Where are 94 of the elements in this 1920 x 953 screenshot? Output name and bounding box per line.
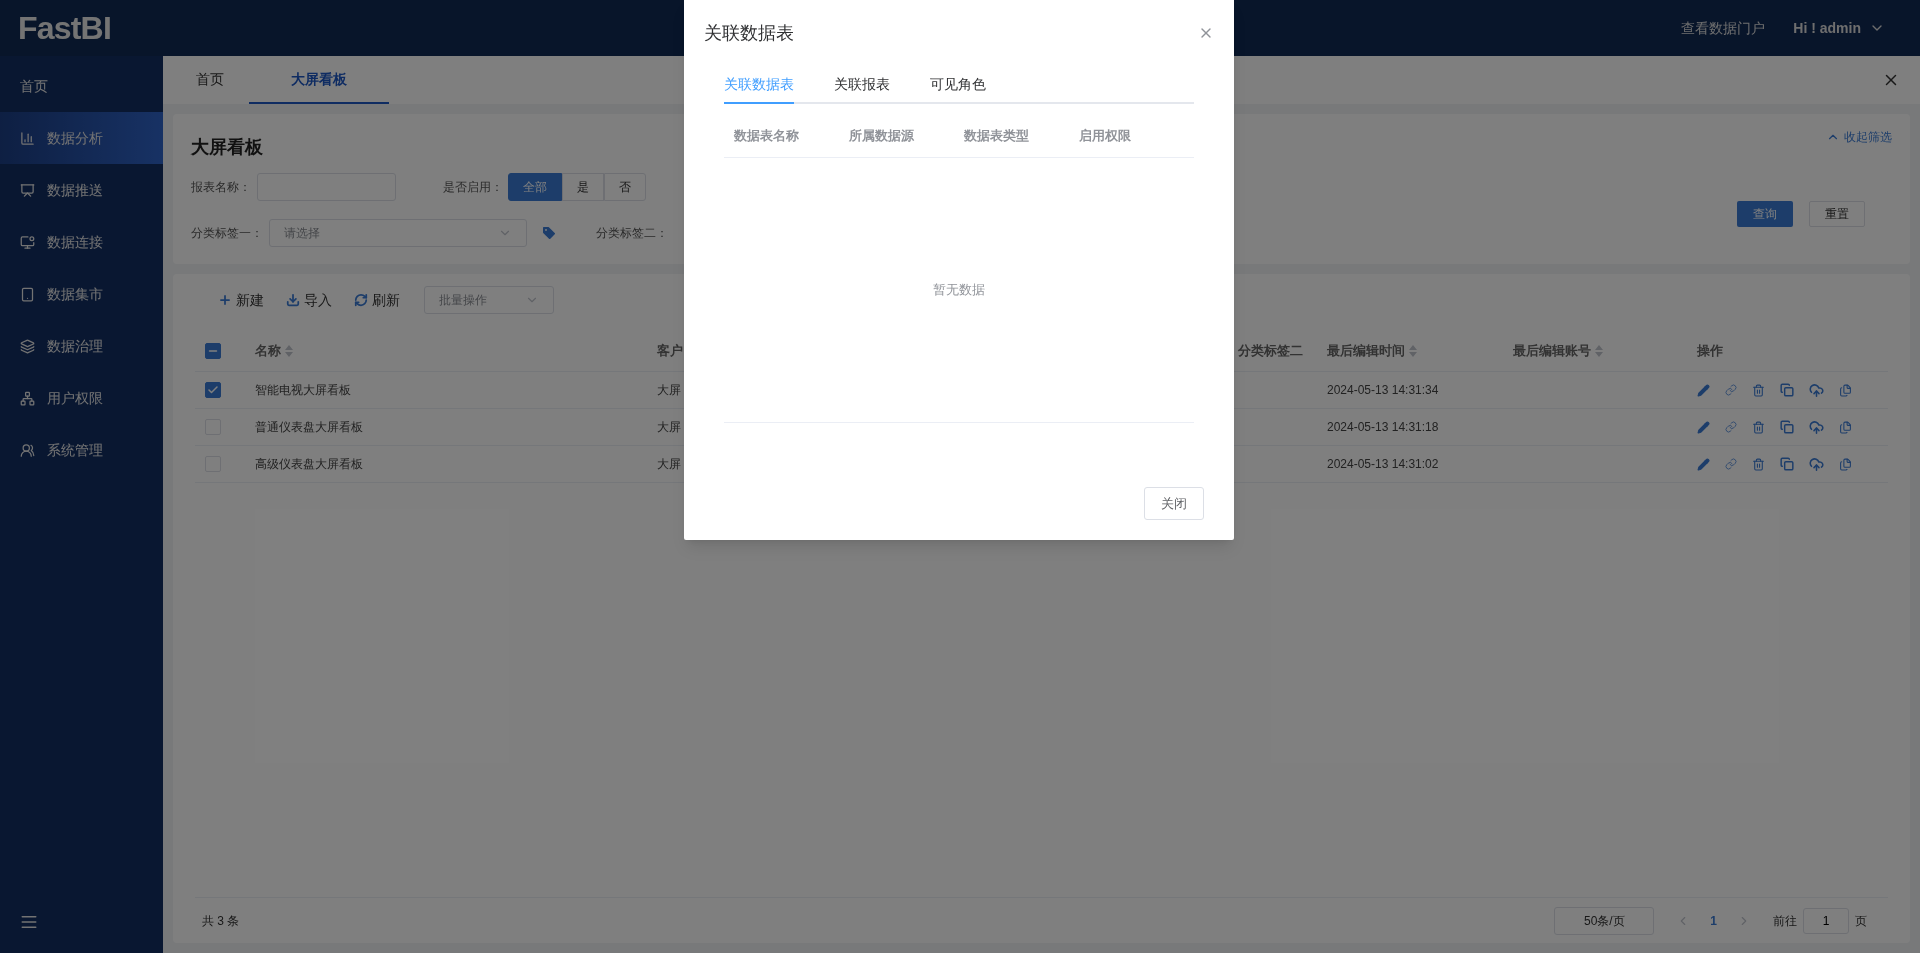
- page-size-select[interactable]: 50条/页: [1554, 906, 1655, 935]
- copy-icon[interactable]: [1780, 457, 1794, 471]
- table-cell-text: 2024-05-13 14:31:18: [1327, 419, 1440, 436]
- goto-page-field[interactable]: 1: [1803, 907, 1849, 934]
- download-icon: [286, 293, 300, 307]
- page-number[interactable]: 1: [1710, 911, 1717, 930]
- column-header: 数据表类型: [964, 126, 1030, 145]
- link-icon[interactable]: [1725, 458, 1737, 470]
- menu-icon[interactable]: [20, 913, 38, 931]
- sidebar-item[interactable]: 系统管理: [0, 424, 163, 476]
- user-menu[interactable]: Hi ! admin: [1793, 17, 1885, 39]
- field-label: 是否启用：: [443, 179, 504, 196]
- column-header[interactable]: 最后编辑账号: [1513, 340, 1603, 361]
- chart-icon: [20, 130, 35, 146]
- reset-button[interactable]: 重置: [1809, 201, 1865, 227]
- edit-icon[interactable]: [1697, 457, 1710, 471]
- import-button[interactable]: 导入: [286, 289, 332, 311]
- dialog-tab[interactable]: 关联数据表: [724, 66, 794, 104]
- duplicate-icon[interactable]: [1839, 457, 1852, 471]
- duplicate-icon[interactable]: [1839, 383, 1852, 397]
- sidebar-item[interactable]: 数据分析: [0, 112, 163, 164]
- sidebar-item[interactable]: 数据推送: [0, 164, 163, 216]
- edit-icon[interactable]: [1697, 383, 1710, 397]
- column-header: 所属数据源: [849, 126, 915, 145]
- cloud-upload-icon[interactable]: [1809, 382, 1824, 398]
- tablet-icon: [20, 286, 35, 302]
- cloud-upload-icon[interactable]: [1809, 419, 1824, 435]
- delete-icon[interactable]: [1752, 420, 1765, 434]
- table-cell-text: 高级仪表盘大屏看板: [255, 456, 364, 473]
- layers-icon: [20, 338, 35, 354]
- cloud-upload-icon[interactable]: [1809, 456, 1824, 472]
- dialog-tab[interactable]: 可见角色: [930, 66, 986, 104]
- link-icon[interactable]: [1725, 421, 1737, 433]
- goto-label: 前往: [1773, 912, 1797, 930]
- checkbox[interactable]: [205, 382, 221, 398]
- column-header: 启用权限: [1079, 126, 1132, 145]
- field-label: 分类标签一：: [191, 225, 264, 242]
- refresh-button[interactable]: 刷新: [354, 289, 400, 311]
- copy-icon[interactable]: [1780, 420, 1794, 434]
- monitor-icon: [20, 234, 35, 250]
- table-cell-text: 2024-05-13 14:31:34: [1327, 382, 1440, 399]
- table-cell-text: 2024-05-13 14:31:02: [1327, 456, 1440, 473]
- edit-icon[interactable]: [1697, 420, 1710, 434]
- sidebar-item[interactable]: 数据连接: [0, 216, 163, 268]
- total-count: 共 3 条: [202, 912, 240, 930]
- sort-icon[interactable]: [285, 344, 293, 357]
- column-header[interactable]: 最后编辑时间: [1327, 340, 1417, 361]
- column-header[interactable]: 客户: [657, 340, 683, 361]
- dialog-title: 关联数据表: [704, 21, 794, 45]
- table-cell-text: 普通仪表盘大屏看板: [255, 419, 364, 436]
- users-icon: [20, 442, 35, 458]
- field-label: 报表名称：: [191, 179, 252, 196]
- refresh-icon: [354, 293, 368, 307]
- close-button[interactable]: 关闭: [1144, 487, 1204, 520]
- brand-logo: FastBI: [18, 9, 111, 48]
- table-cell-text: 大屏: [657, 419, 682, 436]
- sidebar-item[interactable]: 数据集市: [0, 268, 163, 320]
- table-cell-text: 大屏: [657, 382, 682, 399]
- collapse-filter-link[interactable]: 收起筛选: [1826, 128, 1892, 146]
- segment-option[interactable]: 否: [604, 173, 646, 201]
- sort-icon[interactable]: [1595, 344, 1603, 357]
- sidebar-item[interactable]: 数据治理: [0, 320, 163, 372]
- field-label: 分类标签二：: [596, 225, 668, 242]
- link-icon[interactable]: [1725, 384, 1737, 396]
- column-header[interactable]: 名称: [255, 340, 293, 361]
- presentation-icon: [20, 182, 35, 198]
- plus-icon: [218, 293, 232, 307]
- table-cell-text: 智能电视大屏看板: [255, 382, 352, 399]
- column-header[interactable]: 分类标签二: [1238, 340, 1303, 361]
- dialog-tab[interactable]: 关联报表: [834, 66, 890, 104]
- new-button[interactable]: 新建: [218, 289, 264, 311]
- sidebar-item[interactable]: 首页: [0, 60, 163, 112]
- delete-icon[interactable]: [1752, 383, 1765, 397]
- duplicate-icon[interactable]: [1839, 420, 1852, 434]
- checkbox[interactable]: [205, 342, 221, 359]
- page-title: 大屏看板: [191, 136, 263, 159]
- page-tab[interactable]: 大屏看板: [249, 56, 389, 104]
- copy-icon[interactable]: [1780, 383, 1794, 397]
- empty-text: 暂无数据: [933, 281, 985, 300]
- segment-option[interactable]: 全部: [508, 173, 562, 201]
- network-icon: [20, 390, 35, 406]
- sort-icon[interactable]: [1409, 344, 1417, 357]
- page-tab[interactable]: 首页: [171, 56, 249, 104]
- query-button[interactable]: 查询: [1737, 201, 1793, 227]
- sidebar-item[interactable]: 用户权限: [0, 372, 163, 424]
- tag-icon[interactable]: [541, 225, 557, 241]
- check-icon: [207, 384, 219, 396]
- table-cell-text: 大屏: [657, 456, 682, 473]
- segment-option[interactable]: 是: [562, 173, 604, 201]
- column-header[interactable]: 操作: [1697, 340, 1723, 361]
- column-header: 数据表名称: [734, 126, 800, 145]
- goto-suffix: 页: [1855, 912, 1867, 930]
- delete-icon[interactable]: [1752, 457, 1765, 471]
- portal-link[interactable]: 查看数据门户: [1681, 17, 1766, 39]
